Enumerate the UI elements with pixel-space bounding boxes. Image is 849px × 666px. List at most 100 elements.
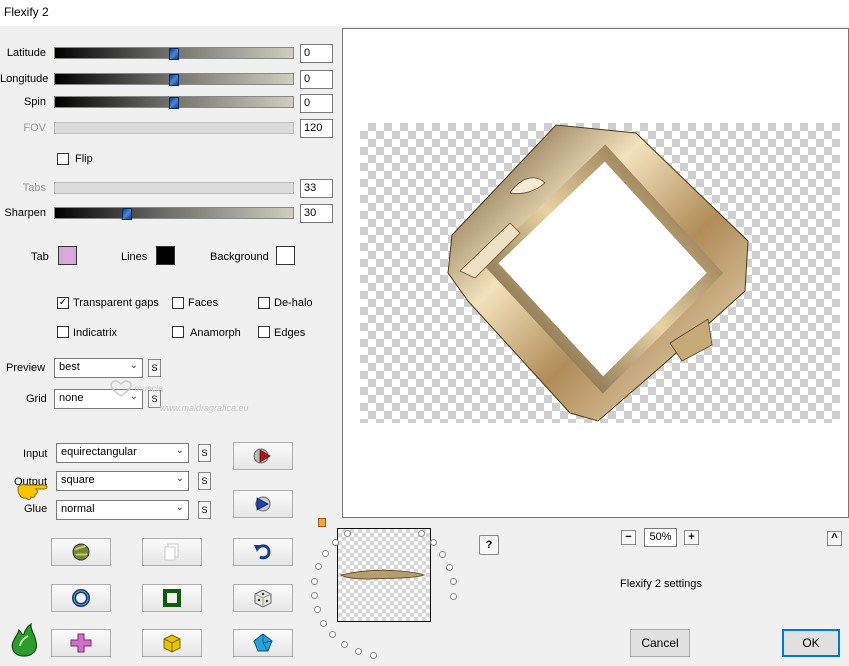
preview-s-button[interactable]: S bbox=[148, 359, 161, 377]
chevron-down-icon: ⌄ bbox=[129, 360, 138, 371]
preview-select[interactable]: best ⌄ bbox=[54, 358, 143, 378]
output-s-button[interactable]: S bbox=[198, 472, 211, 490]
spin-slider[interactable] bbox=[54, 96, 294, 109]
frame-shape-button[interactable] bbox=[142, 584, 202, 612]
play-reverse-button[interactable] bbox=[233, 490, 293, 518]
zoom-out-button[interactable]: − bbox=[621, 530, 636, 545]
input-s-button[interactable]: S bbox=[198, 444, 211, 462]
orbit-dot[interactable] bbox=[321, 550, 329, 558]
globe-icon bbox=[72, 543, 90, 561]
latitude-slider[interactable] bbox=[54, 47, 294, 60]
copy-button[interactable] bbox=[142, 538, 202, 566]
cube-icon bbox=[163, 634, 181, 653]
orbit-dot[interactable] bbox=[320, 619, 328, 627]
orbit-dot[interactable] bbox=[340, 640, 348, 648]
flaming-pear-logo-icon bbox=[6, 622, 42, 661]
spin-slider-thumb[interactable] bbox=[169, 97, 179, 109]
output-select-value: square bbox=[61, 474, 95, 486]
latitude-input[interactable]: 0 bbox=[300, 44, 333, 63]
glue-select-value: normal bbox=[61, 503, 95, 515]
settings-name: Flexify 2 settings bbox=[620, 578, 702, 590]
transparent-gaps-checkbox[interactable]: ✓ bbox=[57, 297, 69, 309]
orbit-dot[interactable] bbox=[310, 592, 318, 600]
zoom-level: 50% bbox=[644, 528, 677, 547]
anamorph-checkbox[interactable] bbox=[172, 326, 184, 338]
collapse-button[interactable]: ^ bbox=[827, 531, 842, 546]
background-color-label: Background bbox=[210, 251, 269, 263]
orbit-dot[interactable] bbox=[429, 539, 437, 547]
lines-color-swatch[interactable] bbox=[156, 246, 175, 265]
chevron-down-icon: ⌄ bbox=[175, 473, 184, 484]
indicatrix-label: Indicatrix bbox=[73, 327, 118, 339]
longitude-slider[interactable] bbox=[54, 73, 294, 86]
flip-label: Flip bbox=[75, 153, 93, 165]
edges-checkbox[interactable] bbox=[258, 326, 270, 338]
watermark-url: www.maldragrafica.eu bbox=[160, 403, 249, 413]
window-title: Flexify 2 bbox=[4, 5, 49, 19]
orbit-dot[interactable] bbox=[446, 563, 454, 571]
cube-shape-button[interactable] bbox=[142, 629, 202, 657]
spin-label: Spin bbox=[23, 96, 46, 108]
tab-color-swatch[interactable] bbox=[58, 246, 77, 265]
cross-shape-button[interactable] bbox=[51, 629, 111, 657]
input-select[interactable]: equirectangular ⌄ bbox=[56, 443, 189, 463]
orbit-dot[interactable] bbox=[331, 539, 339, 547]
edges-label: Edges bbox=[274, 327, 306, 339]
watermark-line1: muscia bbox=[134, 383, 164, 394]
fov-label: FOV bbox=[23, 122, 46, 134]
spin-input[interactable]: 0 bbox=[300, 94, 333, 113]
orbit-dot[interactable] bbox=[313, 606, 321, 614]
randomize-globe-button[interactable] bbox=[51, 538, 111, 566]
pentagon-shape-button[interactable] bbox=[233, 629, 293, 657]
ok-button[interactable]: OK bbox=[782, 629, 840, 657]
cancel-button[interactable]: Cancel bbox=[630, 629, 690, 657]
background-color-swatch[interactable] bbox=[276, 246, 295, 265]
zoom-in-button[interactable]: + bbox=[684, 530, 699, 545]
orbit-handle[interactable] bbox=[318, 518, 326, 527]
glue-select[interactable]: normal ⌄ bbox=[56, 500, 189, 520]
sharpen-slider-thumb[interactable] bbox=[122, 208, 132, 220]
sharpen-slider[interactable] bbox=[54, 207, 294, 220]
undo-button[interactable] bbox=[233, 538, 293, 566]
longitude-input[interactable]: 0 bbox=[300, 70, 333, 89]
lines-color-label: Lines bbox=[121, 251, 148, 263]
thumbnail-image bbox=[339, 569, 426, 580]
indicatrix-checkbox[interactable] bbox=[57, 326, 69, 338]
title-bar bbox=[0, 0, 849, 26]
sharpen-label: Sharpen bbox=[4, 207, 46, 219]
orbit-dot[interactable] bbox=[449, 578, 457, 586]
faces-label: Faces bbox=[188, 297, 218, 309]
dehalo-label: De-halo bbox=[274, 297, 313, 309]
random-dice-button[interactable] bbox=[233, 584, 293, 612]
help-button[interactable]: ? bbox=[479, 535, 499, 555]
dehalo-checkbox[interactable] bbox=[258, 297, 270, 309]
preview-label: Preview bbox=[6, 362, 46, 374]
output-select[interactable]: square ⌄ bbox=[56, 471, 189, 491]
anamorph-label: Anamorph bbox=[190, 327, 241, 339]
sharpen-input[interactable]: 30 bbox=[300, 204, 333, 223]
chevron-down-icon: ⌄ bbox=[175, 502, 184, 513]
ring-shape-button[interactable] bbox=[51, 584, 111, 612]
orbit-dot[interactable] bbox=[369, 651, 377, 659]
grid-select-value: none bbox=[59, 392, 84, 404]
play-forward-button[interactable] bbox=[233, 442, 293, 470]
tabs-input: 33 bbox=[300, 179, 333, 198]
flip-checkbox[interactable] bbox=[57, 153, 69, 165]
orbit-dot[interactable] bbox=[450, 592, 458, 600]
glue-s-button[interactable]: S bbox=[198, 501, 211, 519]
thumbnail-preview[interactable] bbox=[337, 528, 431, 622]
faces-checkbox[interactable] bbox=[172, 297, 184, 309]
orbit-dot[interactable] bbox=[311, 577, 319, 585]
grid-label: Grid bbox=[26, 393, 47, 405]
latitude-slider-thumb[interactable] bbox=[169, 48, 179, 60]
input-select-value: equirectangular bbox=[61, 446, 137, 458]
orbit-dot[interactable] bbox=[314, 563, 322, 571]
tab-color-label: Tab bbox=[31, 251, 49, 263]
pointing-hand-icon bbox=[16, 479, 50, 504]
longitude-slider-thumb[interactable] bbox=[169, 74, 179, 86]
transparent-gaps-label: Transparent gaps bbox=[73, 297, 159, 309]
orbit-dot[interactable] bbox=[439, 550, 447, 558]
orbit-dot[interactable] bbox=[329, 631, 337, 639]
orbit-dot[interactable] bbox=[354, 647, 362, 655]
pentagon-icon bbox=[253, 633, 273, 652]
